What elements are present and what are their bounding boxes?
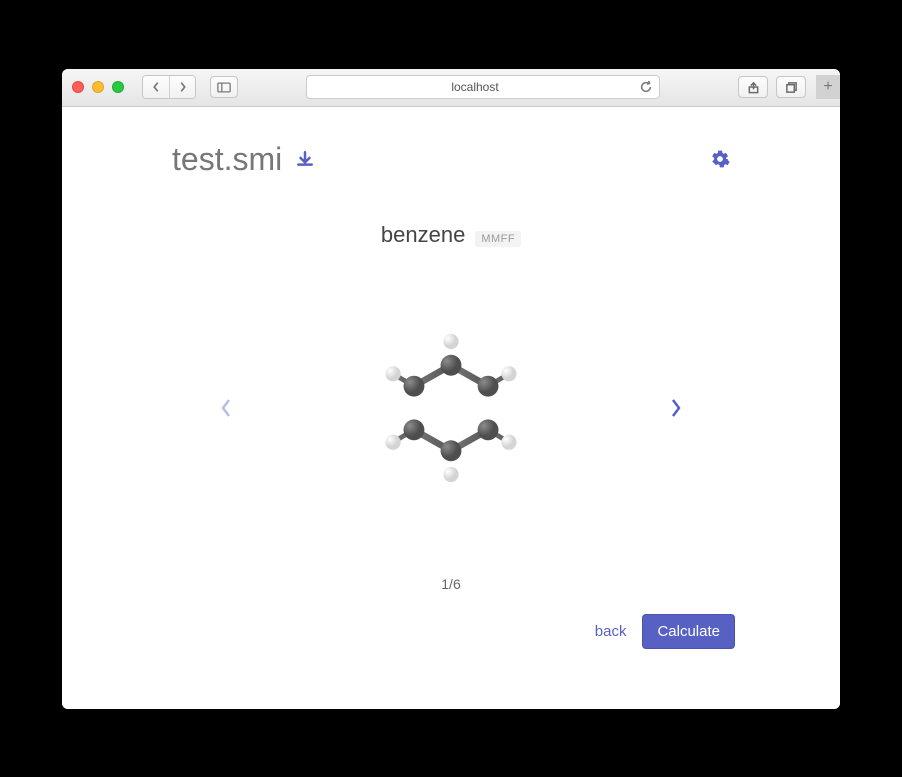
footer-actions: back Calculate: [112, 614, 790, 649]
tabs-button[interactable]: [776, 76, 806, 98]
close-window-button[interactable]: [72, 81, 84, 93]
address-bar[interactable]: localhost: [306, 75, 660, 99]
viewer-row: [112, 288, 790, 528]
back-link[interactable]: back: [595, 623, 627, 640]
next-molecule-button[interactable]: [661, 393, 691, 423]
file-title: test.smi: [172, 141, 314, 178]
benzene-3d-icon: [356, 313, 546, 503]
browser-window: localhost + test.smi: [62, 69, 840, 709]
pager-text: 1/6: [112, 576, 790, 592]
forward-button[interactable]: [169, 76, 195, 98]
page-content: test.smi benzene MMFF: [62, 107, 840, 709]
back-button[interactable]: [143, 76, 169, 98]
molecule-title-row: benzene MMFF: [112, 222, 790, 248]
download-icon[interactable]: [296, 150, 314, 168]
prev-molecule-button[interactable]: [211, 393, 241, 423]
calculate-button[interactable]: Calculate: [642, 614, 735, 649]
sidebar-toggle-button[interactable]: [210, 76, 238, 98]
share-button[interactable]: [738, 76, 768, 98]
url-text: localhost: [451, 80, 498, 94]
new-tab-button[interactable]: +: [816, 75, 840, 99]
minimize-window-button[interactable]: [92, 81, 104, 93]
page-header: test.smi: [112, 141, 790, 178]
reload-icon[interactable]: [639, 80, 653, 94]
filename-text: test.smi: [172, 141, 282, 178]
toolbar-right: +: [738, 75, 830, 99]
molecule-viewer[interactable]: [331, 288, 571, 528]
titlebar: localhost +: [62, 69, 840, 107]
window-controls: [72, 81, 124, 93]
maximize-window-button[interactable]: [112, 81, 124, 93]
method-badge: MMFF: [475, 231, 521, 247]
nav-back-forward: [142, 75, 196, 99]
gear-icon[interactable]: [710, 149, 730, 169]
molecule-name: benzene: [381, 222, 465, 248]
